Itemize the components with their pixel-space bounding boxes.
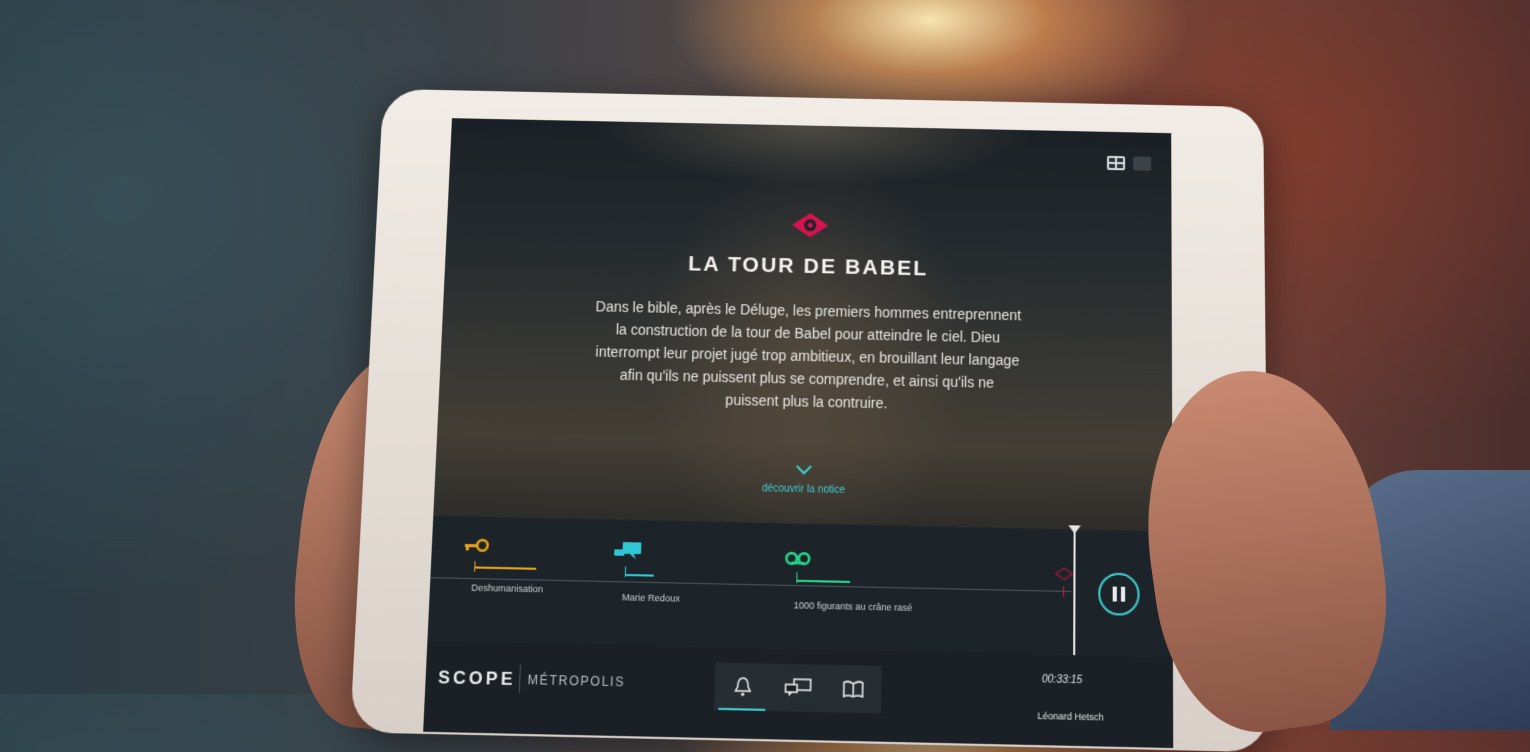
- timeline[interactable]: Deshumanisation Marie Redoux 1000 figura…: [427, 516, 1173, 657]
- timeline-label: Deshumanisation: [471, 582, 543, 594]
- grid-view-icon[interactable]: [1107, 156, 1125, 170]
- view-toggle: [1107, 156, 1151, 171]
- tab-book[interactable]: [825, 665, 881, 714]
- brand-logo: SCOPE: [438, 667, 516, 690]
- chevron-down-icon[interactable]: [796, 465, 813, 476]
- tape-icon[interactable]: [784, 551, 811, 566]
- eye-icon[interactable]: [1055, 567, 1074, 580]
- pause-button[interactable]: [1098, 572, 1139, 615]
- key-icon[interactable]: [463, 538, 490, 553]
- playback-time: 00:33:15: [1042, 674, 1083, 687]
- bottom-bar: SCOPE MÉTROPOLIS: [423, 641, 1173, 748]
- tab-chat[interactable]: [770, 664, 827, 713]
- author-name: Léonard Hetsch: [1037, 710, 1103, 722]
- bottom-tabs: [714, 662, 882, 713]
- single-view-icon[interactable]: [1133, 156, 1151, 170]
- book-icon: [843, 680, 864, 698]
- tablet-screen: LA TOUR DE BABEL Dans le bible, après le…: [423, 118, 1173, 748]
- chat-icon: [784, 678, 811, 698]
- brand-subtitle: MÉTROPOLIS: [527, 672, 625, 689]
- playhead[interactable]: [1073, 530, 1075, 658]
- tablet: LA TOUR DE BABEL Dans le bible, après le…: [350, 89, 1270, 752]
- timeline-label: 1000 figurants au crâne rasé: [794, 600, 913, 613]
- description: Dans le bible, après le Déluge, les prem…: [592, 295, 1022, 417]
- chat-icon[interactable]: [613, 541, 643, 561]
- eye-icon: [790, 212, 831, 239]
- tab-bell[interactable]: [714, 662, 771, 711]
- timeline-label: Marie Redoux: [622, 592, 680, 604]
